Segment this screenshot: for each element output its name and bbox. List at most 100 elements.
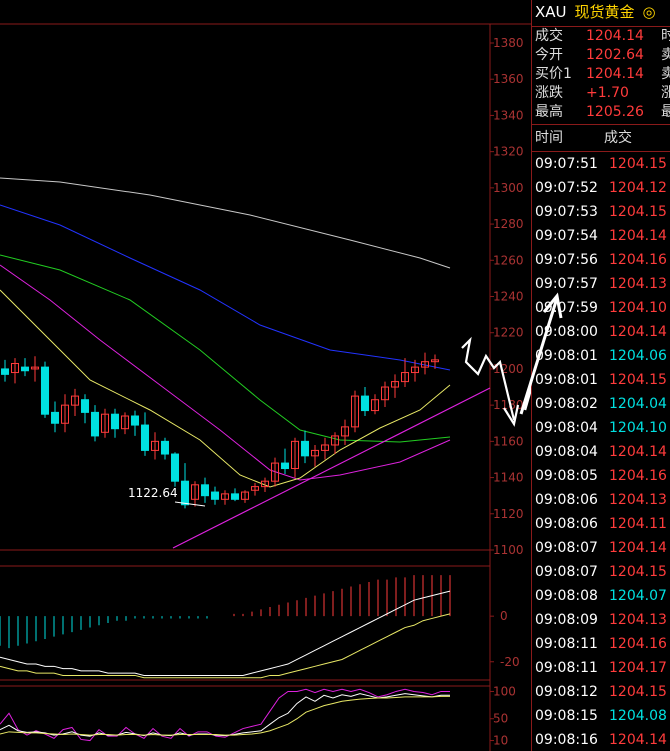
tick-row: 09:08:06 1204.13	[532, 488, 670, 512]
quote-label-2: 时	[661, 27, 670, 46]
quote-value: 1205.26	[586, 104, 644, 120]
tick-price: 1204.10	[609, 420, 667, 436]
tick-price: 1204.13	[609, 492, 667, 508]
tick-time: 09:08:06	[535, 516, 598, 532]
tick-price: 1204.16	[609, 636, 667, 652]
quote-row: 涨跌 +1.70 涨	[532, 84, 670, 103]
tick-price: 1204.15	[609, 372, 667, 388]
candle-body	[81, 399, 89, 413]
tick-time: 09:08:05	[535, 468, 598, 484]
tick-time: 09:07:53	[535, 204, 598, 220]
y-tick-label: 50	[493, 712, 508, 726]
ticks-header-price: 成交	[604, 130, 632, 146]
tick-row: 09:07:53 1204.15	[532, 200, 670, 224]
tick-time: 09:08:12	[535, 684, 598, 700]
annotation-leader	[174, 501, 206, 507]
tick-time: 09:08:07	[535, 564, 598, 580]
tick-time: 09:08:09	[535, 612, 598, 628]
tick-price: 1204.10	[609, 300, 667, 316]
tick-price: 1204.14	[609, 324, 667, 340]
y-tick-label: 1260	[493, 253, 524, 267]
tick-price: 1204.12	[609, 180, 667, 196]
quote-row: 成交 1204.14 时	[532, 27, 670, 46]
y-tick-label: 1320	[493, 145, 524, 159]
tick-time: 09:08:16	[535, 732, 598, 748]
low-price-annotation: 1122.64	[128, 486, 178, 500]
tick-row: 09:08:04 1204.14	[532, 440, 670, 464]
quote-row: 最高 1205.26 最	[532, 103, 670, 122]
tick-price: 1204.15	[609, 156, 667, 172]
quote-panel: XAU现货黄金◎ 成交1204.14时今开1202.64卖买价11204.14卖…	[531, 0, 670, 751]
candle-body	[141, 424, 149, 451]
candle-body	[41, 366, 49, 415]
tick-time: 09:07:54	[535, 228, 598, 244]
tick-row: 09:08:08 1204.07	[532, 584, 670, 608]
tick-price: 1204.13	[609, 612, 667, 628]
tick-row: 09:08:15 1204.08	[532, 704, 670, 728]
tick-price: 1204.11	[609, 516, 667, 532]
ma-line-white	[0, 177, 451, 269]
tick-price: 1204.14	[609, 540, 667, 556]
symbol-code[interactable]: XAU	[535, 3, 567, 21]
quote-label-2: 卖	[661, 46, 670, 65]
tick-row: 09:08:04 1204.10	[532, 416, 670, 440]
quote-value: 1202.64	[586, 47, 644, 63]
tick-time: 09:08:15	[535, 708, 598, 724]
tick-price: 1204.16	[609, 252, 667, 268]
candle-body	[181, 480, 189, 506]
tick-time: 09:08:07	[535, 540, 598, 556]
tick-price: 1204.15	[609, 204, 667, 220]
tick-row: 09:08:16 1204.14	[532, 728, 670, 751]
tick-price: 1204.14	[609, 732, 667, 748]
kdj-k-line	[0, 693, 450, 737]
tick-time: 09:08:01	[535, 372, 598, 388]
candle-body	[21, 366, 29, 372]
quote-label: 涨跌	[535, 85, 563, 101]
quote-label-2: 涨	[661, 84, 670, 103]
quote-label: 成交	[535, 28, 563, 44]
tick-price: 1204.14	[609, 228, 667, 244]
candle-body	[1, 368, 9, 375]
tick-row: 09:07:54 1204.14	[532, 224, 670, 248]
tick-time: 09:07:59	[535, 300, 598, 316]
quote-label-2: 最	[661, 103, 670, 122]
y-tick-label: -20	[500, 655, 520, 669]
tick-price: 1204.14	[609, 444, 667, 460]
tick-row: 09:08:12 1204.15	[532, 680, 670, 704]
y-tick-label: 1160	[493, 434, 524, 448]
tick-row: 09:07:56 1204.16	[532, 248, 670, 272]
tick-time: 09:08:04	[535, 444, 598, 460]
tick-time: 09:08:00	[535, 324, 598, 340]
tick-row: 09:07:51 1204.15	[532, 152, 670, 176]
tick-time: 09:07:52	[535, 180, 598, 196]
candle-body	[111, 413, 119, 430]
symbol-name[interactable]: 现货黄金	[575, 3, 635, 21]
tick-time: 09:08:01	[535, 348, 598, 364]
quote-header: XAU 现货黄金 ◎	[532, 0, 670, 24]
ticks-header-time: 时间	[535, 130, 563, 146]
tick-time: 09:08:11	[535, 636, 598, 652]
tick-price: 1204.16	[609, 468, 667, 484]
quote-label: 今开	[535, 47, 563, 63]
chart-area[interactable]: 1380136013401320130012801260124012201200…	[0, 0, 531, 751]
tick-time: 09:07:56	[535, 252, 598, 268]
candle-body	[231, 493, 239, 500]
tick-price: 1204.07	[609, 588, 667, 604]
tick-price: 1204.15	[609, 684, 667, 700]
tick-price: 1204.15	[609, 564, 667, 580]
quote-value: 1204.14	[586, 28, 644, 44]
tick-row: 09:07:52 1204.12	[532, 176, 670, 200]
macd-dif-line	[0, 590, 451, 676]
y-tick-label: 1340	[493, 108, 524, 122]
candle-body	[161, 440, 169, 455]
y-tick-label: 1380	[493, 36, 524, 50]
ticks-list[interactable]: 09:07:51 1204.15 09:07:52 1204.12 09:07:53 12…	[532, 152, 670, 751]
tick-row: 09:08:11 1204.16	[532, 632, 670, 656]
quote-label: 最高	[535, 104, 563, 120]
y-tick-label: 1120	[493, 507, 524, 521]
tick-time: 09:07:57	[535, 276, 598, 292]
quote-summary: 成交1204.14时今开1202.64卖买价11204.14卖涨跌+1.70涨最…	[532, 27, 670, 122]
y-tick-label: 10	[493, 734, 508, 748]
alert-icon[interactable]: ◎	[643, 3, 656, 21]
trend-line	[172, 387, 491, 549]
